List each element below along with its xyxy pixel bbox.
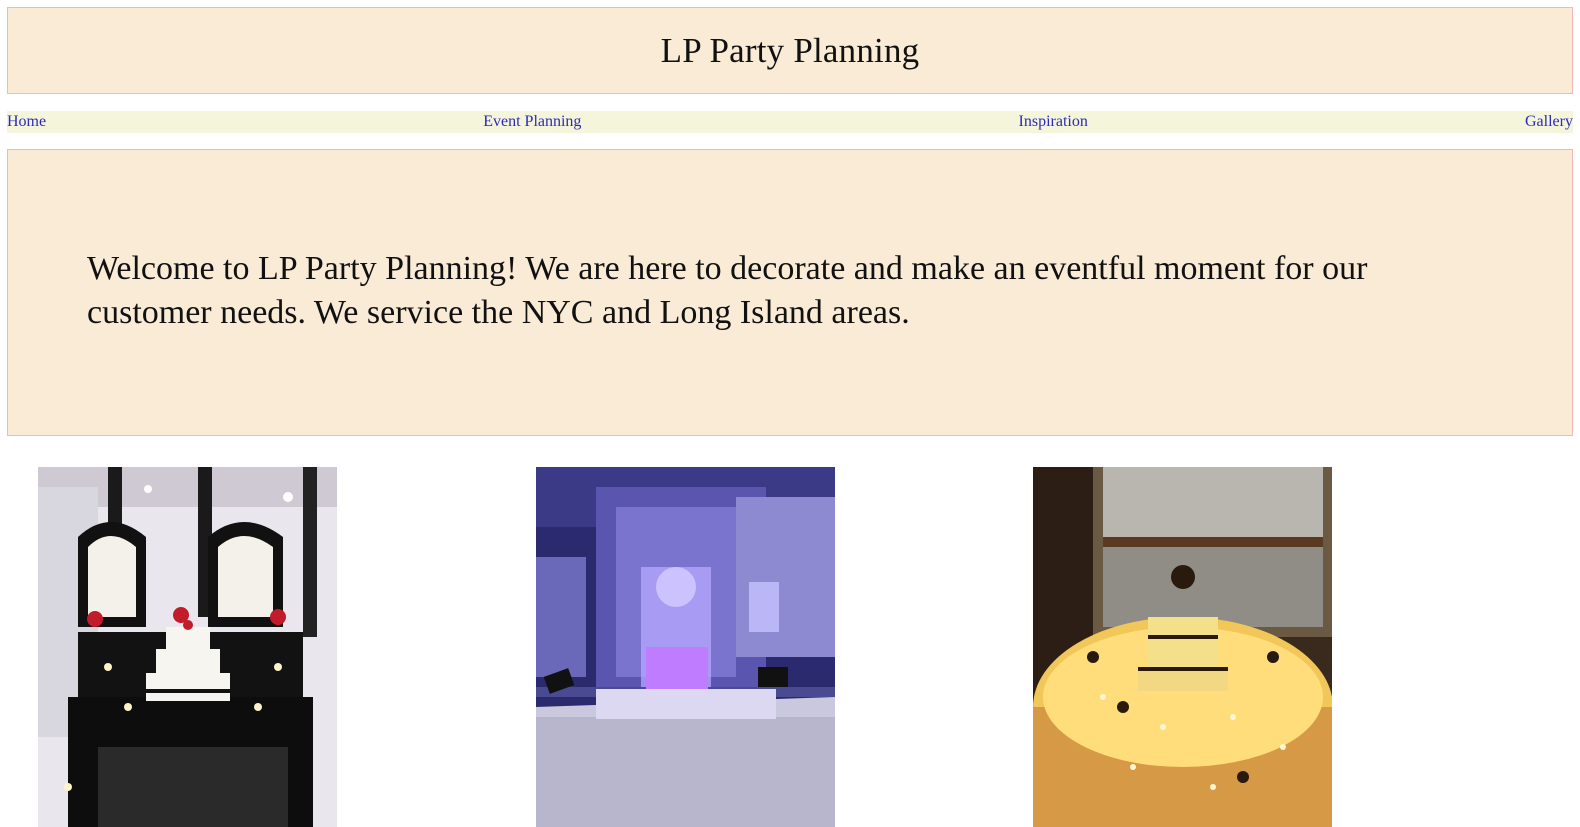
main-nav: Home Event Planning Inspiration Gallery: [7, 111, 1573, 133]
welcome-text: Welcome to LP Party Planning! We are her…: [87, 250, 1368, 331]
nav-link-home[interactable]: Home: [7, 111, 46, 133]
site-title: LP Party Planning: [660, 30, 920, 70]
photo-sweetheart-table: [38, 467, 337, 827]
nav-link-gallery[interactable]: Gallery: [1525, 111, 1573, 133]
photo-ice-sculpture: [536, 467, 835, 827]
nav-link-inspiration[interactable]: Inspiration: [1019, 111, 1088, 133]
welcome-panel: Welcome to LP Party Planning! We are her…: [7, 149, 1573, 436]
nav-link-event-planning[interactable]: Event Planning: [483, 111, 581, 133]
photo-lit-cake-table: [1033, 467, 1332, 827]
site-header: LP Party Planning: [7, 7, 1573, 94]
